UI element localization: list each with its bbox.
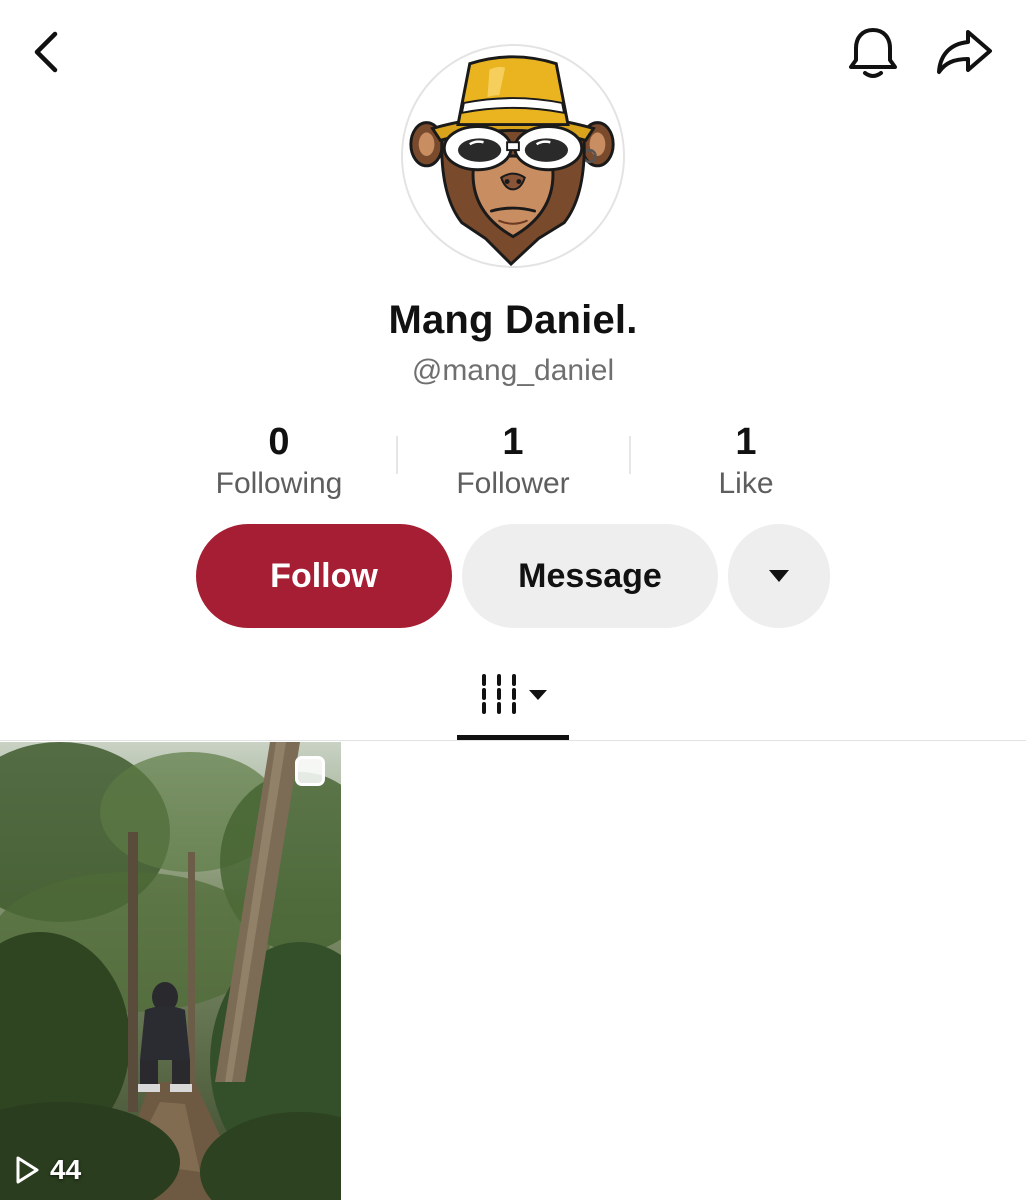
message-button[interactable]: Message [462, 524, 718, 628]
bell-icon [849, 28, 897, 78]
video-view-count: 44 [50, 1154, 82, 1185]
stat-divider [396, 436, 398, 474]
likes-label: Like [718, 467, 774, 500]
followers-label: Follower [456, 467, 570, 500]
caret-down-icon [529, 690, 547, 700]
grid-icon [482, 674, 547, 714]
play-icon [16, 1156, 39, 1184]
follow-button[interactable]: Follow [196, 524, 452, 628]
tab-videos[interactable] [456, 668, 570, 742]
caret-down-icon [769, 570, 789, 582]
profile-handle: @mang_daniel [411, 354, 615, 387]
profile-display-name: Mang Daniel. [388, 298, 638, 342]
monkey-avatar-illustration [403, 46, 623, 266]
stat-divider [629, 436, 631, 474]
notifications-button[interactable] [844, 22, 902, 82]
profile-avatar[interactable] [401, 44, 625, 268]
likes-count: 1 [735, 421, 757, 463]
stat-likes: 1 Like [636, 420, 856, 504]
video-thumbnail[interactable]: 44 [0, 742, 341, 1200]
select-checkbox[interactable] [295, 756, 325, 786]
stat-following[interactable]: 0 Following [169, 420, 389, 504]
following-count: 0 [268, 421, 290, 463]
tabs-divider [0, 740, 1026, 741]
more-options-button[interactable] [728, 524, 830, 628]
back-button[interactable] [22, 26, 74, 78]
followers-count: 1 [502, 421, 524, 463]
stat-followers[interactable]: 1 Follower [403, 420, 623, 504]
forest-trail-photo [0, 742, 341, 1200]
share-button[interactable] [932, 22, 996, 82]
video-views: 44 [14, 1154, 81, 1186]
chevron-left-icon [34, 31, 58, 73]
share-arrow-icon [937, 30, 992, 74]
following-label: Following [215, 467, 343, 500]
